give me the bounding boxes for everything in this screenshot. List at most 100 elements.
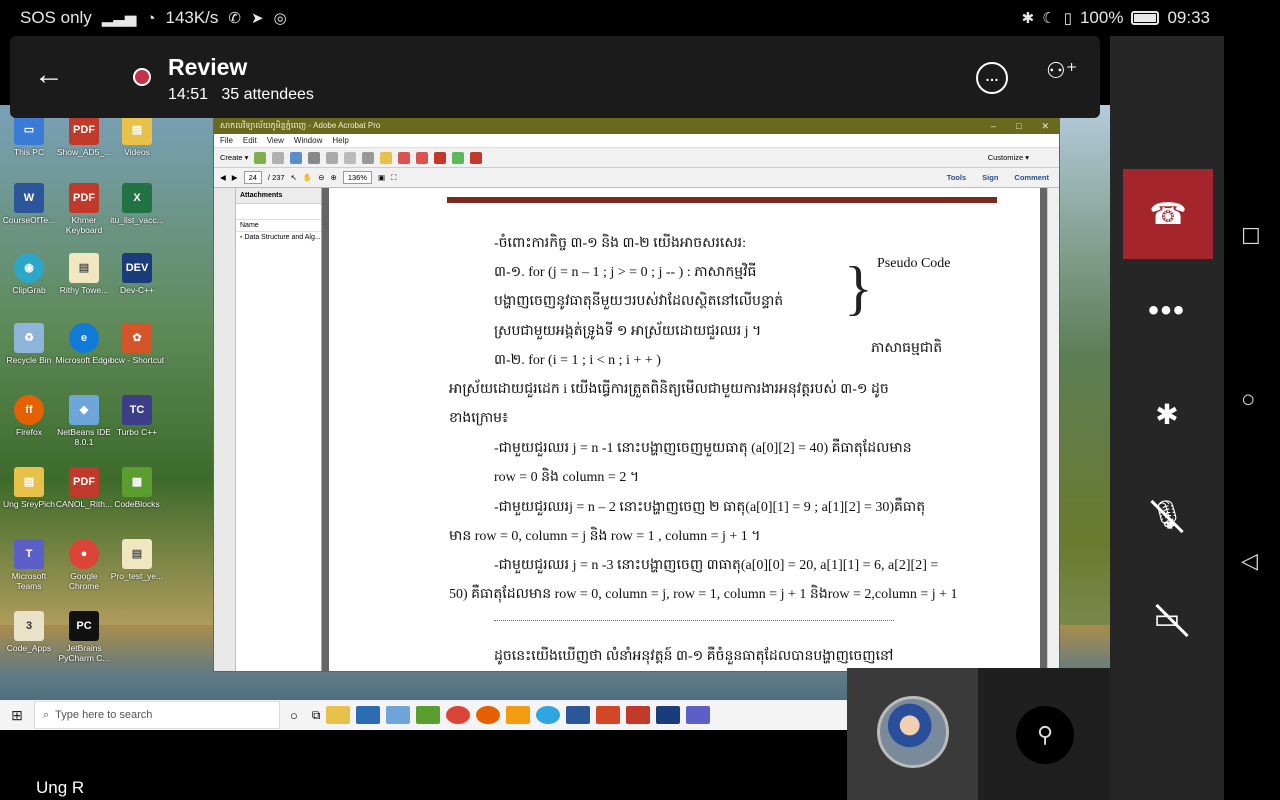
- prev-page-icon[interactable]: ◀: [220, 173, 226, 182]
- windows-start-icon[interactable]: ⊞: [0, 707, 34, 724]
- desktop-icon-pro-test[interactable]: ▤ Pro_test_ye...: [108, 539, 166, 582]
- desktop-icon-pycharm[interactable]: PC JetBrains PyCharm C...: [55, 611, 113, 664]
- sign-link[interactable]: Sign: [982, 173, 998, 182]
- firefox-taskbar-icon[interactable]: [476, 706, 501, 724]
- teams-taskbar-icon[interactable]: [686, 706, 711, 724]
- close-icon[interactable]: ✕: [1041, 121, 1049, 132]
- attachment-file-item[interactable]: ▪ Data Structure and Alg...: [236, 232, 321, 243]
- doc-line-12: -ជាមួយជួរឈរ j = n -3 នោះបង្ហាញចេញ ៣ធាតុ(…: [494, 558, 939, 573]
- doc-line-11: មាន row = 0, column = j និង row = 1 , co…: [449, 529, 761, 544]
- create-button[interactable]: Create ▾: [220, 153, 248, 162]
- desktop-icon-code-apps[interactable]: 3 Code_Apps: [0, 611, 58, 654]
- select-tool-icon[interactable]: ↖: [291, 173, 297, 182]
- codeblocks-taskbar-icon[interactable]: [416, 706, 441, 724]
- open-icon[interactable]: [254, 151, 267, 164]
- attendee-count[interactable]: 35 attendees: [221, 86, 314, 103]
- desktop-icon-bcw[interactable]: ✿ bcw - Shortcut: [108, 323, 166, 366]
- desktop-icon-ung-sreypich[interactable]: ▤ Ung SreyPich: [0, 467, 58, 510]
- powerpoint-taskbar-icon[interactable]: [596, 706, 621, 724]
- comment-link[interactable]: Comment: [1014, 173, 1049, 182]
- zoom-out-icon[interactable]: ⊖: [318, 173, 324, 182]
- highlight-icon[interactable]: [416, 151, 429, 164]
- telegram-taskbar-icon[interactable]: [536, 706, 561, 724]
- save-icon[interactable]: [272, 151, 285, 164]
- desktop-icon-itu-list[interactable]: Xitu_list_vacc...: [108, 183, 166, 226]
- cortana-icon[interactable]: ○: [290, 708, 298, 723]
- menu-help[interactable]: Help: [332, 136, 348, 145]
- devcpp-taskbar-icon[interactable]: [656, 706, 681, 724]
- desktop-icon-codeblocks[interactable]: ▦ CodeBlocks: [108, 467, 166, 510]
- page-number-input[interactable]: 24: [243, 171, 262, 184]
- document-scrollbar[interactable]: [1047, 188, 1059, 671]
- camera-off-icon[interactable]: ▭: [1110, 602, 1224, 635]
- bluetooth-icon[interactable]: ✱: [1110, 398, 1224, 431]
- netbeans-taskbar-icon[interactable]: [386, 706, 411, 724]
- zoom-select[interactable]: 136%: [342, 171, 373, 184]
- menu-view[interactable]: View: [267, 136, 284, 145]
- desktop-icon-rithy-tower[interactable]: ▤ Rithy Towe...: [55, 253, 113, 296]
- next-page-icon[interactable]: ▶: [232, 173, 238, 182]
- participant-tile[interactable]: [847, 668, 978, 800]
- maximize-icon[interactable]: □: [1016, 121, 1021, 132]
- settings-icon[interactable]: [362, 151, 375, 164]
- chat-icon[interactable]: …: [976, 62, 1008, 94]
- email-icon[interactable]: [344, 151, 357, 164]
- file-explorer-icon[interactable]: [326, 706, 351, 724]
- desktop-icon-chrome[interactable]: ● Google Chrome: [55, 539, 113, 592]
- task-view-icon[interactable]: ⧉: [312, 708, 321, 723]
- desktop-icon-khmer-keyboard[interactable]: PDF Khmer Keyboard: [55, 183, 113, 236]
- acrobat-taskbar-icon[interactable]: [626, 706, 651, 724]
- desktop-icon-teams[interactable]: T Microsoft Teams: [0, 539, 58, 592]
- hand-tool-icon[interactable]: ✋: [303, 173, 312, 182]
- chrome-taskbar-icon[interactable]: [446, 706, 471, 724]
- doc-line-13: 50) គឺធាតុដែលមាន row = 0, column = j, ro…: [449, 587, 958, 602]
- desktop-icon-firefox[interactable]: ff Firefox: [0, 395, 58, 438]
- vlc-icon[interactable]: [506, 706, 531, 724]
- taskbar-search[interactable]: ⌕ Type here to search: [34, 701, 280, 729]
- menu-edit[interactable]: Edit: [243, 136, 257, 145]
- desktop-icon-this-pc[interactable]: ▭ This PC: [0, 115, 58, 158]
- arrow-left-icon[interactable]: ←: [34, 58, 64, 92]
- desktop-icon-dev-cpp[interactable]: DEV Dev-C++: [108, 253, 166, 296]
- comment-icon[interactable]: [380, 151, 393, 164]
- desktop-icon-turbo-c[interactable]: TC Turbo C++: [108, 395, 166, 438]
- desktop-icon-canol-rith[interactable]: PDF CANOL_Rith...: [55, 467, 113, 510]
- desktop-icon-videos[interactable]: ▤ Videos: [108, 115, 166, 158]
- desktop-icon-edge[interactable]: e Microsoft Edge: [55, 323, 113, 366]
- more-icon[interactable]: •••: [1110, 294, 1224, 328]
- pdf-icon[interactable]: [434, 151, 447, 164]
- desktop-icon-netbeans[interactable]: ◆ NetBeans IDE 8.0.1: [55, 395, 113, 448]
- desktop-icon-clipgrab[interactable]: ◉ ClipGrab: [0, 253, 58, 296]
- word-taskbar-icon[interactable]: [566, 706, 591, 724]
- fullscreen-icon[interactable]: ⛶: [391, 173, 396, 183]
- acrobat-body: Attachments Name ▪ Data Structure and Al…: [214, 188, 1059, 671]
- desktop-icon-recycle-bin[interactable]: ♻ Recycle Bin: [0, 323, 58, 366]
- mail-icon[interactable]: [356, 706, 381, 724]
- fit-page-icon[interactable]: ▣: [378, 173, 385, 182]
- hang-up-button[interactable]: ☎: [1123, 169, 1213, 259]
- menu-window[interactable]: Window: [294, 136, 322, 145]
- page-header-rule: [447, 197, 997, 203]
- mic-off-icon[interactable]: 🎙: [1110, 498, 1224, 531]
- sign-icon[interactable]: [452, 151, 465, 164]
- upload-icon[interactable]: [290, 151, 303, 164]
- tools-link[interactable]: Tools: [947, 173, 966, 182]
- attachments-name-column[interactable]: Name: [236, 220, 321, 232]
- export-icon[interactable]: [470, 151, 483, 164]
- attachments-title: Attachments: [236, 188, 321, 204]
- menu-file[interactable]: File: [220, 136, 233, 145]
- recents-icon[interactable]: ☐: [1241, 224, 1261, 250]
- participant-tile-self[interactable]: ⚲: [978, 668, 1110, 800]
- print-icon[interactable]: [308, 151, 321, 164]
- minimize-icon[interactable]: –: [991, 121, 996, 132]
- add-people-icon[interactable]: ⚇⁺: [1046, 58, 1077, 84]
- zoom-in-icon[interactable]: ⊕: [331, 173, 337, 182]
- back-icon[interactable]: ◁: [1241, 548, 1258, 574]
- customize-button[interactable]: Customize ▾: [988, 153, 1059, 162]
- doc-line-14: ដូចនេះយើងឃើញថា លំនាំអនុវត្តន៍ ៣-១ គឺចំនួ…: [494, 649, 894, 664]
- desktop-icon-course[interactable]: W CourseOfTe...: [0, 183, 58, 226]
- desktop-icon-show-ad5[interactable]: PDF Show_AD5_...: [55, 115, 113, 158]
- home-icon[interactable]: ○: [1241, 386, 1256, 414]
- stamp-icon[interactable]: [398, 151, 411, 164]
- edit-icon[interactable]: [326, 151, 339, 164]
